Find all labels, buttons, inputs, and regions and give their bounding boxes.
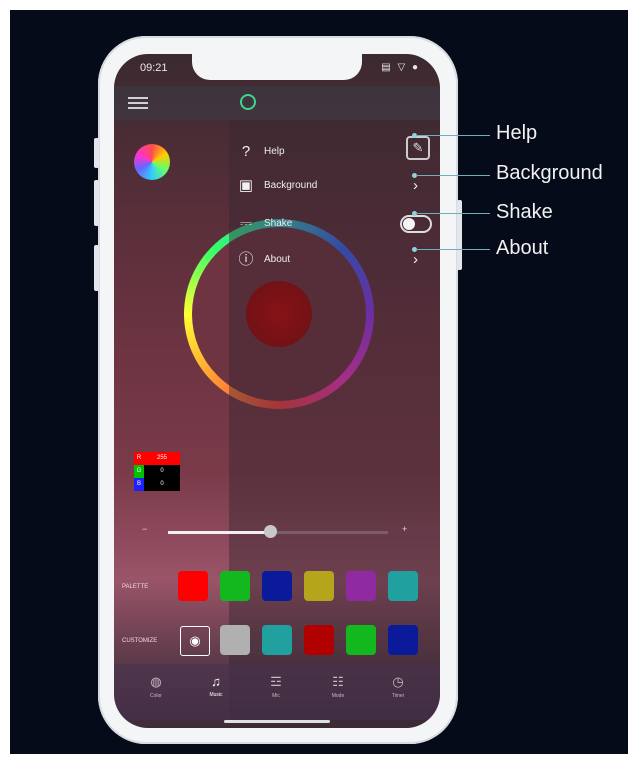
palette-swatch[interactable] (346, 571, 376, 601)
callout-about-label: About (496, 237, 549, 259)
hamburger-menu-icon[interactable] (128, 94, 148, 112)
palette-icon: ◍ (150, 674, 162, 689)
callout-line (416, 249, 490, 250)
edit-icon[interactable]: ✎ (406, 136, 430, 160)
color-wheel-icon[interactable] (134, 144, 170, 180)
chevron-right-icon: › (413, 177, 418, 194)
app-screen: 09:21 ▤ ▽ ● ? Help ✎ ▣ Background › ⎓ Sh… (114, 54, 440, 728)
menu-item-label: Help (264, 146, 285, 157)
tab-color[interactable]: ◍ Color (136, 674, 176, 699)
mute-switch (94, 245, 99, 291)
top-bar (114, 86, 440, 120)
shake-icon: ⎓ (240, 215, 252, 232)
custom-swatch[interactable] (388, 625, 418, 655)
question-icon: ? (241, 143, 251, 160)
brightness-min-icon: − (142, 524, 148, 534)
power-icon[interactable] (240, 94, 256, 110)
rgb-red-value: 255 (144, 452, 180, 465)
menu-item-about[interactable]: ⓘ About › (236, 250, 436, 274)
toggle-knob (403, 218, 415, 230)
status-icons: ▤ ▽ ● (381, 62, 420, 73)
tab-mode[interactable]: ☷ Mode (318, 674, 358, 699)
palette-swatch[interactable] (388, 571, 418, 601)
rgb-blue-value: 0 (144, 478, 180, 491)
menu-item-label: Shake (264, 218, 293, 229)
callout-line (416, 175, 490, 176)
tab-label: Timer (391, 693, 405, 699)
callout-shake-label: Shake (496, 201, 553, 223)
rgb-green-label: G (134, 465, 144, 478)
menu-item-label: Background (264, 180, 318, 191)
rgb-red-label: R (134, 452, 144, 465)
callout-background-label: Background (496, 162, 603, 184)
rgb-value-box: R 255 G 0 B 0 (134, 452, 180, 492)
volume-down-button (94, 180, 99, 226)
status-time: 09:21 (140, 62, 168, 74)
brightness-max-icon: + (402, 524, 408, 534)
palette-label: PALETTE (122, 584, 149, 590)
callout-line (416, 135, 490, 136)
promo-canvas: 09:21 ▤ ▽ ● ? Help ✎ ▣ Background › ⎓ Sh… (10, 10, 628, 754)
custom-swatch[interactable] (304, 625, 334, 655)
rgb-green-value: 0 (144, 465, 180, 478)
menu-item-background[interactable]: ▣ Background › (236, 176, 436, 200)
volume-up-button (94, 138, 99, 168)
mic-icon: ☲ (270, 674, 282, 689)
custom-swatch[interactable] (220, 625, 250, 655)
custom-swatch[interactable] (346, 625, 376, 655)
custom-swatch[interactable] (262, 625, 292, 655)
callout-line (416, 213, 490, 214)
tab-timer[interactable]: ◷ Timer (378, 674, 418, 699)
rgb-blue-label: B (134, 478, 144, 491)
tab-label: Mode (331, 693, 345, 699)
palette-swatch[interactable] (220, 571, 250, 601)
menu-item-help[interactable]: ? Help ✎ (236, 136, 436, 166)
callout-help-label: Help (496, 122, 538, 144)
customize-label: CUSTOMIZE (122, 638, 158, 644)
tab-label: Music (209, 692, 223, 698)
notch (192, 54, 362, 80)
timer-icon: ◷ (392, 674, 404, 689)
tab-label: Mic (272, 693, 280, 699)
menu-item-shake[interactable]: ⎓ Shake (236, 214, 436, 238)
music-icon: ♫ (211, 674, 221, 689)
mode-icon: ☷ (332, 674, 344, 689)
brightness-slider[interactable] (168, 531, 388, 534)
home-indicator (224, 720, 330, 723)
tab-label: Color (150, 693, 162, 699)
lightbulb-icon[interactable]: ◉ (180, 626, 210, 656)
chevron-right-icon: › (413, 251, 418, 268)
info-icon: ⓘ (238, 251, 254, 268)
power-side-button (457, 200, 462, 270)
image-icon: ▣ (238, 177, 254, 194)
tab-mic[interactable]: ☲ Mic (256, 674, 296, 699)
shake-toggle[interactable] (400, 215, 432, 233)
menu-item-label: About (264, 254, 291, 265)
tab-music[interactable]: ♫ Music (196, 674, 236, 698)
palette-swatch[interactable] (304, 571, 334, 601)
brightness-slider-thumb[interactable] (264, 525, 277, 538)
palette-swatch[interactable] (262, 571, 292, 601)
palette-swatch[interactable] (178, 571, 208, 601)
